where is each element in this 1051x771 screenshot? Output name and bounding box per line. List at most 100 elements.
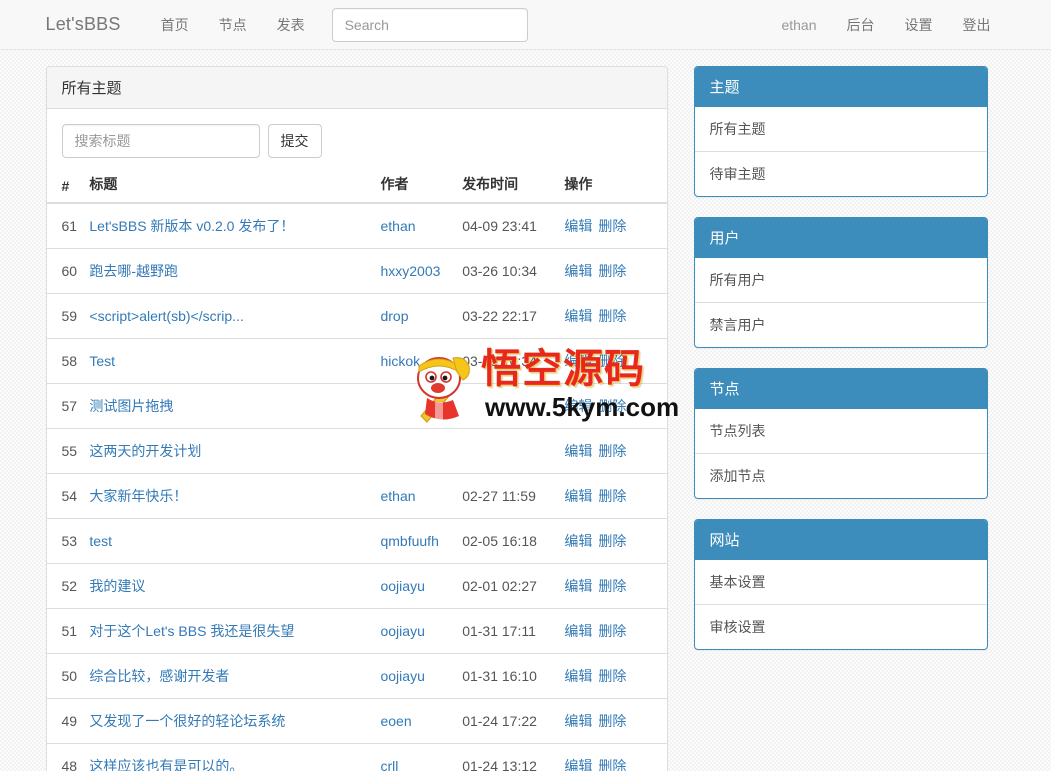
brand-logo[interactable]: Let'sBBS [46,14,136,35]
sidebar-item-add-node[interactable]: 添加节点 [694,453,987,498]
author-link[interactable]: hickok [380,353,420,369]
top-navbar: Let'sBBS 首页 节点 发表 ethan 后台 设置 登出 [0,0,1051,50]
nav-logout[interactable]: 登出 [948,0,1006,50]
row-date: 01-31 16:10 [462,653,565,699]
nav-nodes[interactable]: 节点 [204,0,262,50]
delete-link[interactable]: 删除 [598,623,626,639]
row-title-cell: test [89,518,381,564]
author-link[interactable]: oojiayu [380,578,424,594]
author-link[interactable]: ethan [380,218,415,234]
sidebar-panel-title: 主题 [694,67,987,107]
th-date: 发布时间 [462,166,565,204]
author-link[interactable]: oojiayu [380,623,424,639]
author-link[interactable]: qmbfuufh [380,533,438,549]
row-id: 48 [46,743,90,771]
row-date [462,428,565,474]
topic-title-link[interactable]: 对于这个Let's BBS 我还是很失望 [89,623,294,639]
edit-link[interactable]: 编辑 [564,488,592,504]
row-author-cell: ethan [380,203,462,249]
row-author-cell: hickok [380,338,463,384]
sidebar-item-node-list[interactable]: 节点列表 [695,409,987,453]
delete-link[interactable]: 删除 [598,488,626,504]
nav-home[interactable]: 首页 [146,0,204,50]
row-author-cell: crll [380,743,463,771]
topic-title-link[interactable]: Let'sBBS 新版本 v0.2.0 发布了！ [89,218,294,234]
row-title-cell: 这两天的开发计划 [89,428,381,474]
sidebar-item-review-settings[interactable]: 审核设置 [694,604,987,649]
topic-title-link[interactable]: 这两天的开发计划 [89,443,201,459]
topic-search-input[interactable] [61,124,260,158]
delete-link[interactable]: 删除 [598,353,626,369]
sidebar-item-pending-topics[interactable]: 待审主题 [694,151,987,196]
topic-title-link[interactable]: 综合比较，感谢开发者 [89,668,229,684]
edit-link[interactable]: 编辑 [564,398,592,414]
delete-link[interactable]: 删除 [598,398,626,414]
topic-title-link[interactable]: 我的建议 [89,578,145,594]
row-title-cell: 对于这个Let's BBS 我还是很失望 [89,608,381,654]
row-author-cell: oojiayu [380,608,463,654]
row-actions-cell: 编辑 删除 [564,518,667,564]
row-author-cell: oojiayu [380,653,463,699]
table-row: 53 test qmbfuufh 02-05 16:18 编辑 删除 [46,518,667,564]
edit-link[interactable]: 编辑 [564,218,592,234]
author-link[interactable]: ethan [380,488,415,504]
topic-title-link[interactable]: 这样应该也有是可以的。 [89,758,243,771]
page-container: 所有主题 提交 # 标题 作者 发布时间 操作 [0,50,1051,771]
author-link[interactable]: eoen [380,713,411,729]
sidebar-item-all-users[interactable]: 所有用户 [695,258,987,302]
nav-username[interactable]: ethan [766,0,831,50]
submit-button[interactable]: 提交 [267,124,322,158]
navbar-right-group: ethan 后台 设置 登出 [766,0,1005,50]
row-title-cell: 又发现了一个很好的轻论坛系统 [89,698,381,744]
row-id: 50 [46,653,90,699]
edit-link[interactable]: 编辑 [564,578,592,594]
author-link[interactable]: oojiayu [380,668,424,684]
topics-table-body: 61 Let'sBBS 新版本 v0.2.0 发布了！ ethan 04-09 23:… [46,203,667,771]
topic-title-link[interactable]: 大家新年快乐！ [89,488,187,504]
edit-link[interactable]: 编辑 [564,758,592,771]
topic-title-link[interactable]: Test [89,353,115,369]
sidebar-list: 所有用户 禁言用户 [694,258,987,347]
edit-link[interactable]: 编辑 [564,713,592,729]
topic-title-link[interactable]: test [89,533,112,549]
edit-link[interactable]: 编辑 [564,623,592,639]
edit-link[interactable]: 编辑 [564,308,592,324]
delete-link[interactable]: 删除 [598,443,626,459]
nav-settings[interactable]: 设置 [890,0,948,50]
edit-link[interactable]: 编辑 [564,443,592,459]
author-link[interactable]: hxxy2003 [380,263,440,279]
delete-link[interactable]: 删除 [598,758,626,771]
delete-link[interactable]: 删除 [598,668,626,684]
delete-link[interactable]: 删除 [598,533,626,549]
nav-admin[interactable]: 后台 [832,0,890,50]
delete-link[interactable]: 删除 [598,713,626,729]
row-title-cell: 这样应该也有是可以的。 [89,743,381,771]
row-actions-cell: 编辑 删除 [564,653,667,699]
topic-title-link[interactable]: 跑去哪-越野跑 [89,263,178,279]
nav-post[interactable]: 发表 [262,0,320,50]
topics-table: # 标题 作者 发布时间 操作 61 Let'sBBS 新版本 v0.2.0 发布… [46,166,667,771]
global-search-input[interactable] [331,7,528,42]
author-link[interactable]: crll [380,758,398,771]
delete-link[interactable]: 删除 [598,263,626,279]
sidebar-item-all-topics[interactable]: 所有主题 [695,107,987,151]
topic-title-link[interactable]: 又发现了一个很好的轻论坛系统 [89,713,285,729]
row-actions-cell: 编辑 删除 [564,293,667,339]
sidebar-item-banned-users[interactable]: 禁言用户 [694,302,987,347]
author-link[interactable]: drop [380,308,408,324]
table-row: 57 测试图片拖拽 编辑 删除 [46,383,667,429]
topic-title-link[interactable]: <script>alert(sb)</scrip... [89,308,243,324]
edit-link[interactable]: 编辑 [564,668,592,684]
sidebar-list: 节点列表 添加节点 [694,409,987,498]
row-actions-cell: 编辑 删除 [564,428,667,474]
delete-link[interactable]: 删除 [598,578,626,594]
row-date: 04-09 23:41 [462,218,537,234]
edit-link[interactable]: 编辑 [564,533,592,549]
edit-link[interactable]: 编辑 [564,353,592,369]
delete-link[interactable]: 删除 [598,218,626,234]
row-id: 51 [46,608,90,654]
edit-link[interactable]: 编辑 [564,263,592,279]
delete-link[interactable]: 删除 [598,308,626,324]
topic-title-link[interactable]: 测试图片拖拽 [89,398,173,414]
sidebar-item-basic-settings[interactable]: 基本设置 [695,560,987,604]
